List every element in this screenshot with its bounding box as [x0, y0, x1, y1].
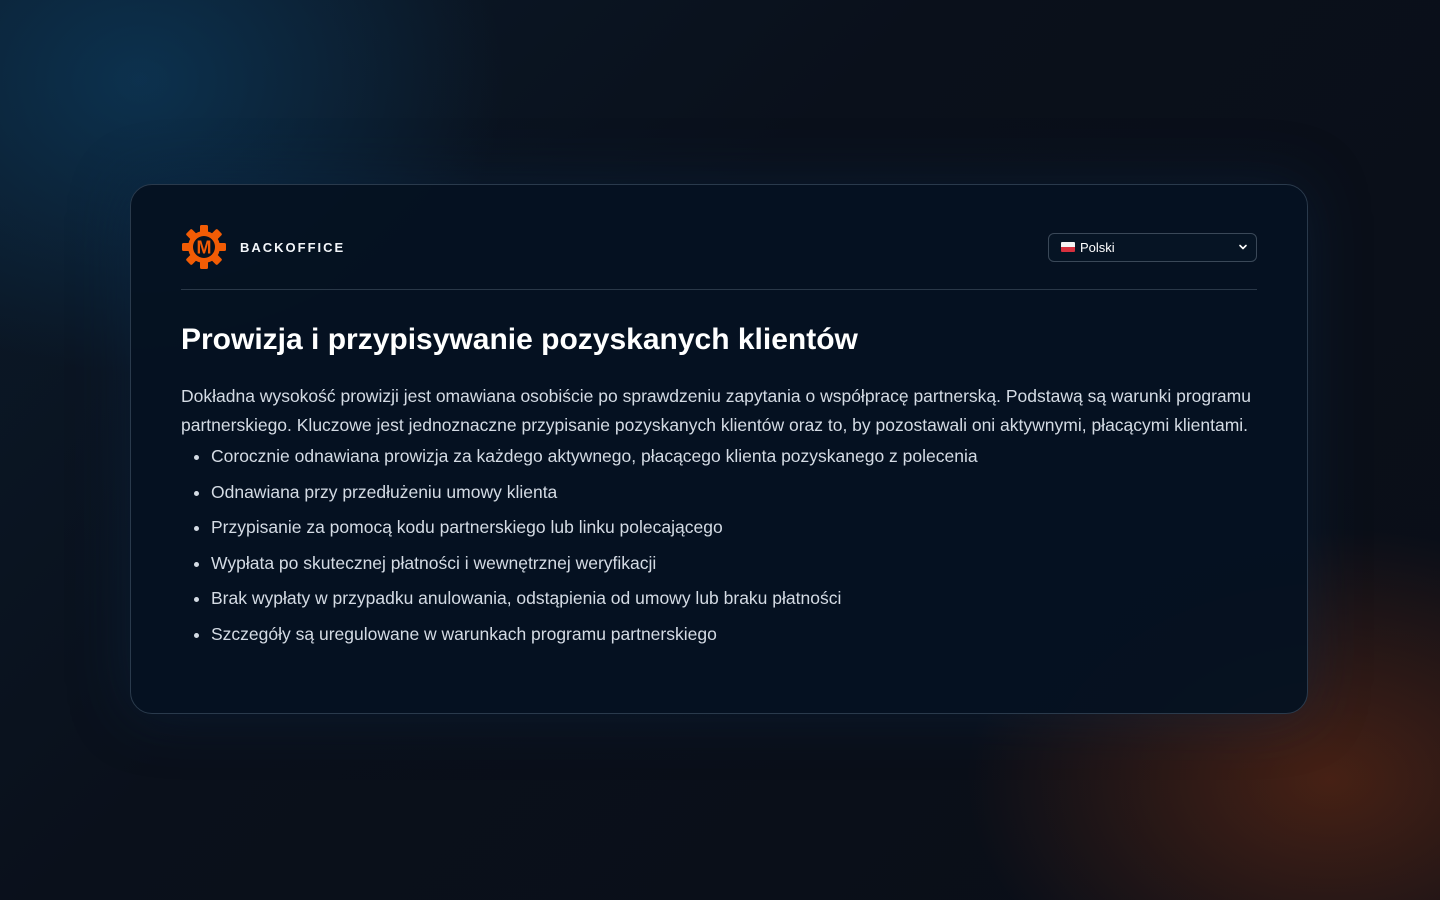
list-item: Szczegóły są uregulowane w warunkach pro…	[211, 620, 1257, 649]
brand-name: BACKOFFICE	[240, 239, 346, 255]
chevron-down-icon	[1239, 244, 1247, 250]
commission-points-list: Corocznie odnawiana prowizja za każdego …	[181, 442, 1257, 649]
list-item: Odnawiana przy przedłużeniu umowy klient…	[211, 478, 1257, 507]
header-divider	[181, 289, 1257, 290]
intro-paragraph: Dokładna wysokość prowizji jest omawiana…	[181, 386, 1251, 435]
card-header: M BACKOFFICE Polski	[181, 223, 1257, 271]
list-item: Przypisanie za pomocą kodu partnerskiego…	[211, 513, 1257, 542]
list-item: Corocznie odnawiana prowizja za każdego …	[211, 442, 1257, 471]
page-title: Prowizja i przypisywanie pozyskanych kli…	[181, 323, 858, 356]
language-select[interactable]: Polski	[1048, 232, 1257, 262]
poland-flag-icon	[1061, 242, 1075, 252]
list-item: Brak wypłaty w przypadku anulowania, ods…	[211, 584, 1257, 613]
logo-letter: M	[197, 238, 212, 258]
content-card: M BACKOFFICE Polski Prowizja i przypisyw…	[130, 184, 1308, 714]
brand[interactable]: M BACKOFFICE	[181, 224, 345, 270]
gear-m-logo-icon: M	[182, 225, 226, 269]
language-select-value: Polski	[1080, 239, 1115, 255]
list-item: Wypłata po skutecznej płatności i wewnęt…	[211, 549, 1257, 578]
